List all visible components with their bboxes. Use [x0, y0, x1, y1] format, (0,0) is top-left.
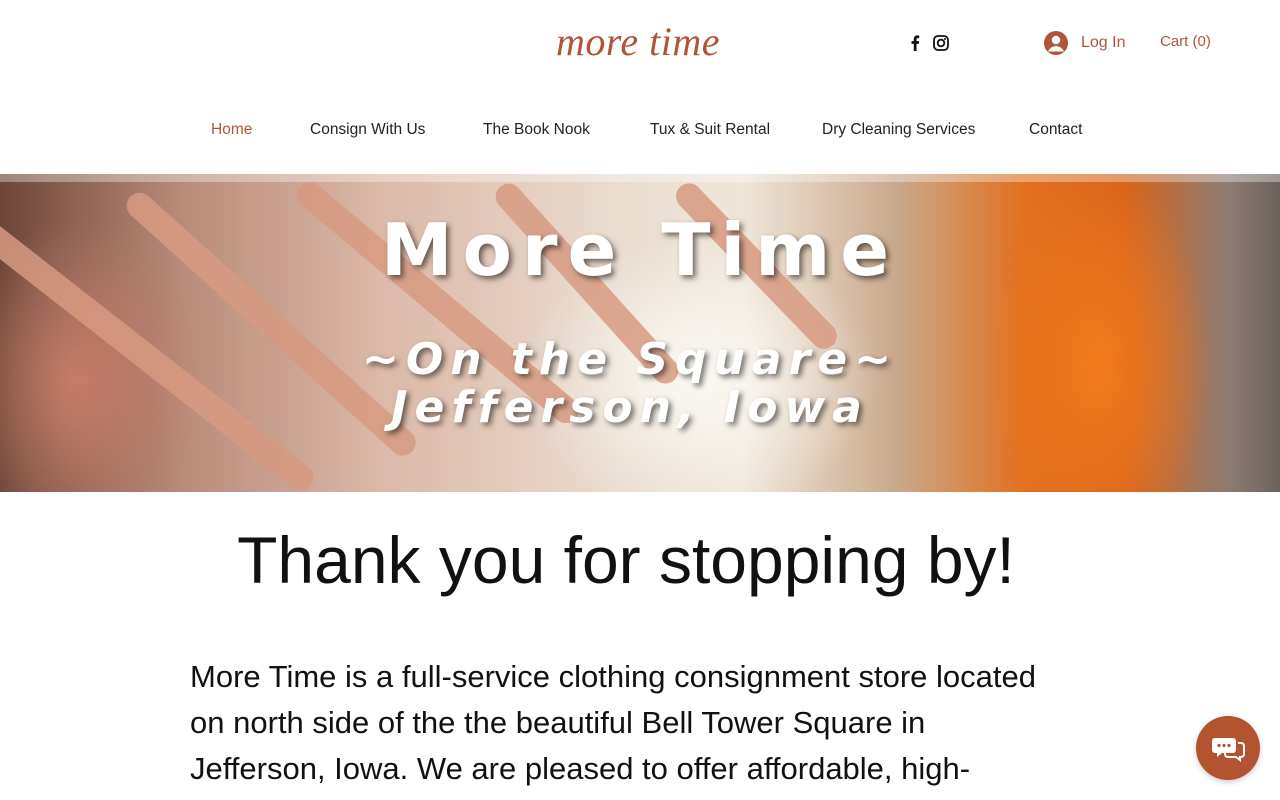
- intro-paragraph: More Time is a full-service clothing con…: [190, 659, 1036, 786]
- login-button[interactable]: Log In: [1043, 30, 1125, 56]
- welcome-heading: Thank you for stopping by!: [237, 523, 1015, 597]
- login-label: Log In: [1081, 34, 1126, 51]
- nav-item-tux-suit-rental[interactable]: Tux & Suit Rental: [650, 121, 770, 139]
- nav-item-contact[interactable]: Contact: [1029, 121, 1082, 139]
- nav-item-consign-with-us[interactable]: Consign With Us: [310, 121, 425, 139]
- hero-title: More Time: [380, 208, 900, 292]
- nav-item-dry-cleaning[interactable]: Dry Cleaning Services: [822, 121, 975, 139]
- hero-subtitle: ~On the Square~ Jefferson, Iowa: [0, 336, 1260, 432]
- chat-button[interactable]: [1196, 716, 1260, 780]
- social-bar: [906, 34, 950, 52]
- chat-bubbles-icon: [1212, 738, 1245, 762]
- nav-item-home[interactable]: Home: [211, 121, 252, 139]
- instagram-icon[interactable]: [932, 34, 950, 52]
- user-avatar-icon: [1043, 30, 1069, 56]
- facebook-icon[interactable]: [906, 34, 924, 52]
- cart-link[interactable]: Cart (0): [1160, 33, 1211, 50]
- nav-item-book-nook[interactable]: The Book Nook: [483, 121, 590, 139]
- hero-subtitle-line1: ~On the Square~: [361, 334, 899, 385]
- hero-subtitle-line2: Jefferson, Iowa: [391, 382, 869, 433]
